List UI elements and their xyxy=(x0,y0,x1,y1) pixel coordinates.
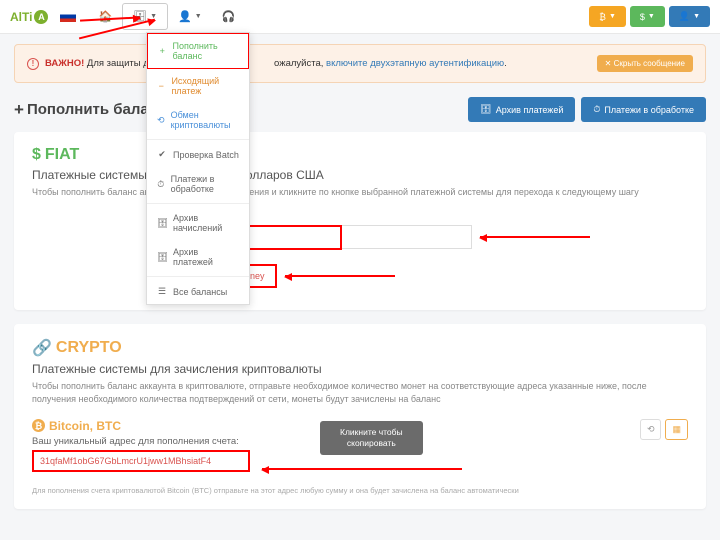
fiat-subtitle: Платежные системы дл ой валюты - Долларо… xyxy=(32,168,688,182)
amount-label: Сумма, USD: xyxy=(182,212,688,222)
alert-link[interactable]: включите двухэтапную аутентификацию xyxy=(326,58,504,69)
copy-btn[interactable]: Кликните чтобыскопировать xyxy=(320,421,423,455)
logo-badge: A xyxy=(34,10,48,24)
wallet-dropdown-menu: +Пополнить баланс −Исходящий платеж ⟲Обм… xyxy=(146,32,250,305)
nav-support[interactable]: 🎧 xyxy=(212,4,246,29)
dd-exchange[interactable]: ⟲Обмен криптовалюты xyxy=(147,103,249,137)
alert-icon: ! xyxy=(27,58,39,70)
dd-archive1[interactable]: 🗄Архив начислений xyxy=(147,206,249,240)
btn-archive[interactable]: 🗄 Архив платежей xyxy=(468,97,575,122)
fiat-card: $ FIAT Платежные системы дл ой валюты - … xyxy=(14,132,706,310)
flag-ru[interactable] xyxy=(60,11,76,22)
alert-close-btn[interactable]: ✕ Скрыть сообщение xyxy=(597,55,693,72)
logo-text: AlTi xyxy=(10,10,32,24)
addr-label: Ваш уникальный адрес для пополнения счет… xyxy=(32,436,292,447)
logo: AlTi A xyxy=(10,10,48,24)
pill-usd[interactable]: $ ▼ xyxy=(630,6,665,27)
annotation-arrow xyxy=(285,275,395,277)
amount-input-ext[interactable] xyxy=(342,225,472,249)
btc-address[interactable]: 31qfaMf1obG67GbLmcrU1jww1MBhsiatF4 xyxy=(32,450,250,472)
btn-processing[interactable]: ⏱ Платежи в обработке xyxy=(581,97,706,122)
security-alert: ! ВАЖНО! Для защиты досту ожалуйста, вкл… xyxy=(14,44,706,83)
dd-balances[interactable]: ☰Все балансы xyxy=(147,279,249,304)
crypto-subtitle: Платежные системы для зачисления криптов… xyxy=(32,362,688,376)
dd-topup[interactable]: +Пополнить баланс xyxy=(147,33,249,69)
pill-btc[interactable]: ₿ ▼ xyxy=(589,6,626,27)
crypto-title: 🔗 CRYPTO xyxy=(32,338,688,358)
nav-user-dropdown[interactable]: 👤 ▼ xyxy=(168,4,212,29)
page-title: +Пополнить баланс xyxy=(14,100,166,120)
pill-user[interactable]: 👤 ▼ xyxy=(669,6,710,27)
qr-icon[interactable]: ▦ xyxy=(665,419,688,440)
annotation-arrow xyxy=(480,236,590,238)
bitcoin-icon: ₿ xyxy=(32,419,45,432)
dd-archive2[interactable]: 🗄Архив платежей xyxy=(147,240,249,274)
dd-outgoing[interactable]: −Исходящий платеж xyxy=(147,69,249,103)
dd-processing[interactable]: ⏱Платежи в обработке xyxy=(147,167,249,201)
crypto-card: 🔗 CRYPTO Платежные системы для зачислени… xyxy=(14,324,706,509)
crypto-desc: Чтобы пополнить баланс аккаунта в крипто… xyxy=(32,380,688,407)
fiat-desc: Чтобы пополнить баланс акк укажите сумму… xyxy=(32,186,688,200)
nav-home[interactable]: 🏠 xyxy=(88,4,122,29)
addr-note: Для пополнения счета криптовалютой Bitco… xyxy=(32,486,688,495)
refresh-icon[interactable]: ⟲ xyxy=(640,419,662,440)
fiat-title: $ FIAT xyxy=(32,146,688,164)
annotation-arrow xyxy=(262,468,462,470)
dd-batch[interactable]: ✔Проверка Batch xyxy=(147,142,249,167)
coin-title: ₿Bitcoin, BTC xyxy=(32,419,292,433)
